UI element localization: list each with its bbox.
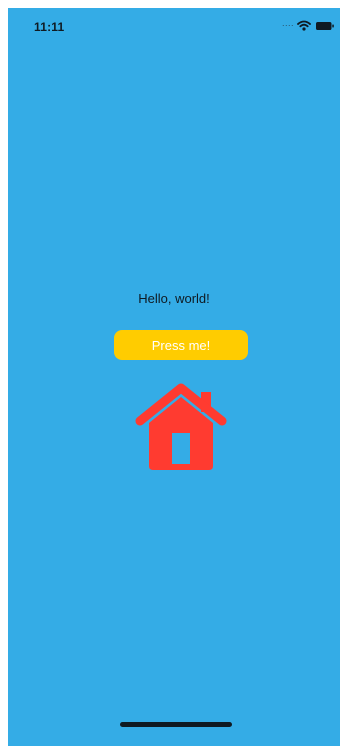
cellular-signal-text: ....	[282, 18, 295, 28]
hello-label: Hello, world!	[138, 291, 210, 306]
status-bar: 11:11 ....	[8, 8, 340, 52]
press-me-button[interactable]: Press me!	[114, 330, 248, 360]
app-screen: 11:11 .... Hello, world! Press me!	[8, 8, 340, 746]
home-indicator[interactable]	[120, 722, 232, 727]
house-icon	[135, 383, 227, 470]
battery-icon	[316, 22, 334, 30]
status-time: 11:11	[34, 20, 65, 34]
wifi-icon	[297, 20, 311, 31]
